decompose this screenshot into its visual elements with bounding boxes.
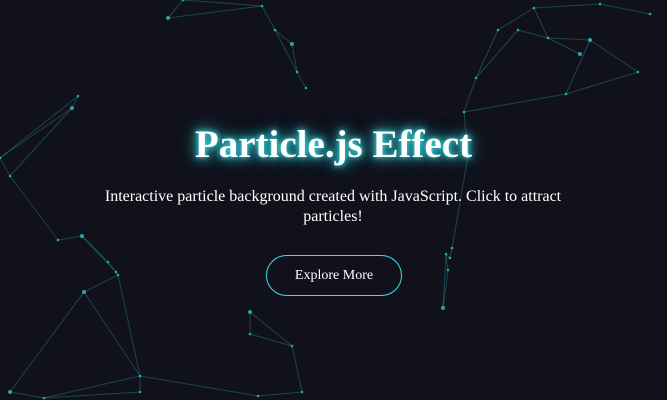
- hero-subtitle: Interactive particle background created …: [104, 188, 562, 225]
- hero-title: Particle.js Effect: [194, 123, 473, 166]
- explore-more-button[interactable]: Explore More: [266, 255, 402, 296]
- hero-section: Particle.js Effect Interactive particle …: [0, 0, 667, 400]
- page: Particle.js Effect Interactive particle …: [0, 0, 667, 400]
